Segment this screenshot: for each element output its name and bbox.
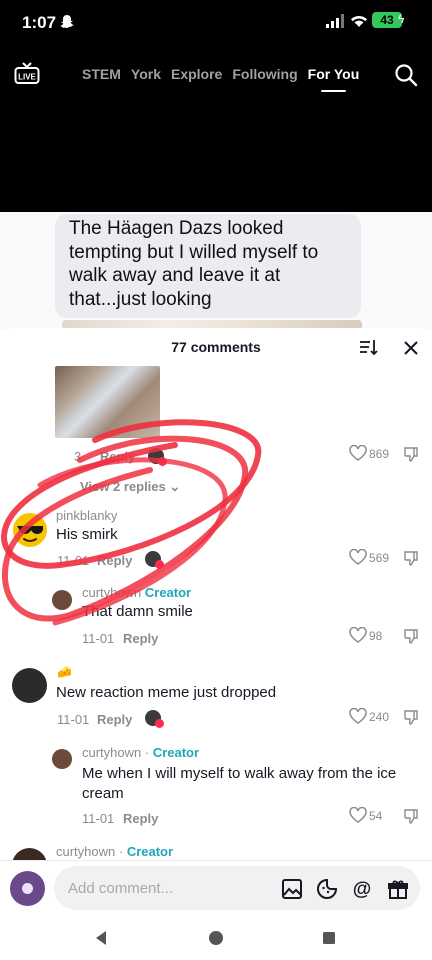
name-separator: · [141, 745, 153, 760]
reply-text: That damn smile [82, 603, 193, 620]
sort-icon[interactable] [358, 337, 378, 357]
like-heart-icon[interactable] [349, 627, 367, 643]
comment-image-attachment[interactable] [55, 366, 160, 438]
reply-button[interactable]: Reply [100, 449, 135, 464]
tab-for-you[interactable]: For You [308, 66, 359, 92]
cellular-signal-icon [326, 14, 344, 28]
comment-date: 11-01 [57, 553, 90, 568]
reply-username-line: curtyhown · Creator [82, 745, 199, 760]
creator-liked-badge [145, 710, 164, 728]
creator-badge: Creator [126, 844, 174, 859]
live-icon[interactable]: LIVE [14, 62, 40, 86]
like-count: 569 [369, 551, 390, 565]
like-heart-icon[interactable] [349, 445, 367, 461]
like-heart-icon[interactable] [349, 708, 367, 724]
creator-liked-badge [148, 448, 167, 466]
my-avatar [10, 871, 45, 906]
recents-icon[interactable] [322, 931, 336, 945]
like-count: 240 [369, 710, 390, 724]
avatar-sunglasses-emoji[interactable] [12, 512, 48, 548]
close-icon[interactable] [402, 339, 420, 357]
reply-text: Me when I will myself to walk away from … [82, 765, 397, 802]
dislike-icon[interactable] [403, 808, 419, 824]
avatar-dark-photo[interactable] [12, 668, 47, 703]
avatar-curtyhown[interactable] [52, 590, 72, 610]
tab-stem[interactable]: STEM [82, 66, 121, 82]
home-icon[interactable] [208, 930, 224, 946]
avatar-curtyhown[interactable] [52, 749, 72, 769]
svg-text:@: @ [353, 879, 372, 900]
like-count: 869 [369, 447, 390, 461]
sticker-icon[interactable] [316, 878, 338, 900]
comment-date: 3 [74, 449, 82, 464]
tab-york[interactable]: York [131, 66, 161, 82]
reply-username-line: curtyhown Creator [82, 585, 191, 600]
live-label: LIVE [18, 73, 36, 82]
add-comment-input[interactable] [54, 866, 264, 910]
comment-text: His smirk [56, 526, 118, 543]
dislike-icon[interactable] [403, 628, 419, 644]
comment-date: 11-01 [57, 712, 90, 727]
reply-button[interactable]: Reply [123, 631, 158, 646]
comment-username[interactable]: pinkblanky [56, 508, 117, 523]
creator-badge: Creator [152, 745, 200, 760]
cheese-emoji-username[interactable]: 🧀 [57, 665, 72, 679]
dislike-icon[interactable] [403, 446, 419, 462]
reply-date: 11-01 [82, 631, 115, 646]
tab-explore[interactable]: Explore [171, 66, 222, 82]
status-time: 1:07 [22, 13, 57, 32]
view-replies-button[interactable]: View 2 replies ⌄ [80, 479, 180, 495]
like-count: 54 [369, 809, 383, 823]
search-icon[interactable] [394, 63, 418, 87]
mention-icon[interactable]: @ [351, 878, 373, 900]
like-heart-icon[interactable] [349, 807, 367, 823]
like-count: 98 [369, 629, 383, 643]
reply-username[interactable]: curtyhown [82, 585, 141, 600]
snapchat-icon [60, 15, 74, 28]
like-heart-icon[interactable] [349, 549, 367, 565]
dislike-icon[interactable] [403, 550, 419, 566]
comment-text: New reaction meme just dropped [56, 684, 277, 701]
reply-button[interactable]: Reply [97, 712, 132, 727]
image-attach-icon[interactable] [281, 878, 303, 900]
creator-liked-badge [145, 551, 164, 569]
reply-username[interactable]: curtyhown [82, 745, 141, 760]
dislike-icon[interactable] [403, 709, 419, 725]
reply-username[interactable]: curtyhown [56, 844, 115, 859]
reply-date: 11-01 [82, 811, 115, 826]
video-player-area[interactable] [0, 0, 432, 212]
reply-button[interactable]: Reply [97, 553, 132, 568]
charging-icon: ϟ [398, 12, 405, 26]
video-caption: The Häagen Dazs looked tempting but I wi… [55, 214, 361, 318]
wifi-icon [351, 15, 367, 27]
gift-icon[interactable] [387, 878, 409, 900]
back-icon[interactable] [94, 930, 108, 946]
creator-badge: Creator [144, 585, 192, 600]
name-separator: · [115, 844, 127, 859]
reply-username-line: curtyhown · Creator [56, 844, 173, 859]
tab-following[interactable]: Following [232, 66, 297, 82]
top-nav-tabs: STEM York Explore Following For You [82, 66, 359, 92]
reply-button[interactable]: Reply [123, 811, 158, 826]
